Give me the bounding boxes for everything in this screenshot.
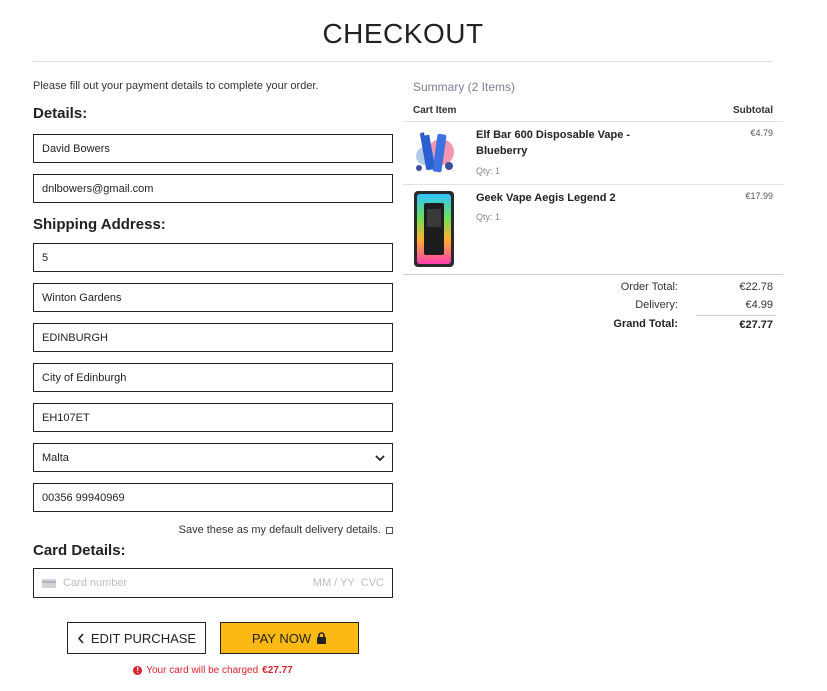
product-thumbnail: [414, 191, 454, 267]
address-line2-field[interactable]: Winton Gardens: [33, 283, 393, 312]
charge-notice: ! Your card will be charged €27.77: [0, 665, 426, 676]
card-expiry-placeholder: MM / YY: [312, 577, 355, 589]
pay-now-button[interactable]: PAY NOW: [220, 622, 359, 654]
cart-item-price: €4.79: [750, 128, 773, 138]
col-subtotal: Subtotal: [733, 105, 773, 116]
page-title: CHECKOUT: [322, 18, 484, 49]
card-input[interactable]: Card number MM / YY CVC: [33, 568, 393, 598]
product-thumbnail: [416, 128, 454, 173]
cart-item-name[interactable]: Geek Vape Aegis Legend 2: [476, 190, 656, 206]
credit-card-icon: [42, 578, 56, 588]
title-divider: [33, 61, 773, 62]
chevron-down-icon: [375, 455, 385, 462]
charge-notice-text: Your card will be charged: [146, 665, 259, 676]
phone-field[interactable]: 00356 99940969: [33, 483, 393, 512]
edit-purchase-button[interactable]: EDIT PURCHASE: [67, 622, 206, 654]
town-field[interactable]: EDINBURGH: [33, 323, 393, 352]
chevron-left-icon: [77, 632, 84, 644]
cart-item-name[interactable]: Elf Bar 600 Disposable Vape - Blueberry: [476, 127, 656, 159]
save-default-row[interactable]: Save these as my default delivery detail…: [179, 524, 393, 536]
card-cvc-placeholder: CVC: [360, 577, 384, 589]
summary-title: Summary (2 Items): [413, 80, 516, 94]
cart-item: Geek Vape Aegis Legend 2 Qty: 1 €17.99: [403, 184, 783, 274]
col-cart-item: Cart Item: [413, 105, 457, 116]
card-number-placeholder: Card number: [63, 577, 128, 589]
pay-now-label: PAY NOW: [251, 630, 312, 646]
delivery-label: Delivery:: [635, 299, 678, 311]
totals-divider: [403, 274, 783, 275]
details-heading: Details:: [33, 105, 88, 122]
order-total-label: Order Total:: [620, 281, 678, 293]
grand-total-label: Grand Total:: [613, 318, 678, 330]
grand-total-value: €27.77: [739, 319, 773, 331]
shipping-heading: Shipping Address:: [33, 216, 166, 233]
save-default-label: Save these as my default delivery detail…: [178, 524, 381, 536]
delivery-value: €4.99: [745, 299, 773, 311]
cart-item-price: €17.99: [745, 191, 773, 201]
grand-total-divider: [696, 315, 776, 316]
cart-item: Elf Bar 600 Disposable Vape - Blueberry …: [403, 121, 783, 184]
checkbox-icon[interactable]: [386, 526, 393, 534]
form-intro: Please fill out your payment details to …: [33, 80, 319, 92]
country-select-value: Malta: [42, 451, 69, 464]
county-field[interactable]: City of Edinburgh: [33, 363, 393, 392]
cart-item-qty: Qty: 1: [476, 166, 501, 176]
edit-purchase-label: EDIT PURCHASE: [90, 630, 197, 646]
full-name-field[interactable]: David Bowers: [33, 134, 393, 163]
card-heading: Card Details:: [33, 542, 126, 559]
lock-icon: [317, 632, 327, 644]
country-select[interactable]: Malta: [33, 443, 393, 472]
charge-notice-amount: €27.77: [262, 665, 293, 676]
alert-icon: !: [133, 666, 143, 675]
email-field[interactable]: dnlbowers@gmail.com: [33, 174, 393, 203]
address-line1-field[interactable]: 5: [33, 243, 393, 272]
postcode-field[interactable]: EH107ET: [33, 403, 393, 432]
cart-item-qty: Qty: 1: [476, 212, 501, 222]
order-total-value: €22.78: [739, 281, 773, 293]
